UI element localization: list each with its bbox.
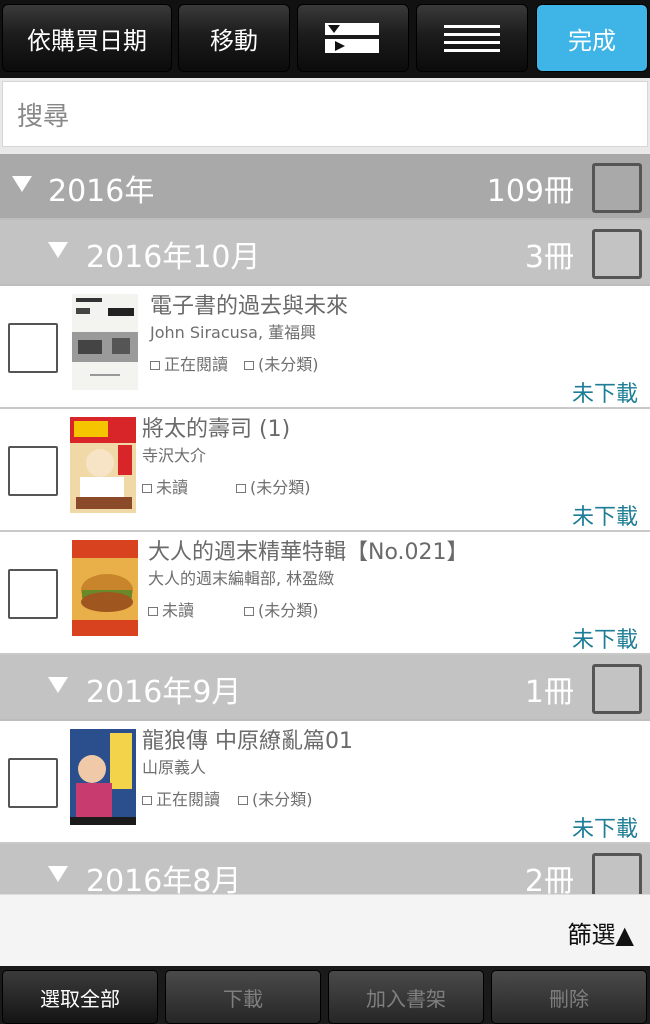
done-button-label: 完成 [568,26,616,55]
book-icon [142,796,152,805]
reading-status-label: 未讀 [156,478,189,497]
book-icon [150,361,160,370]
select-all-label: 選取全部 [40,986,120,1011]
book-cover [70,417,136,513]
menu-lines-icon [444,25,500,52]
book-cover-image [70,729,136,825]
year-count: 109冊 [486,174,574,209]
book-title: 大人的週末精華特輯【No.021】 [148,540,469,565]
list-view-button[interactable] [416,4,528,72]
search-placeholder: 搜尋 [17,102,70,132]
book-cover-image [72,540,138,636]
month-title: 2016年9月 [86,675,242,710]
month-title: 2016年10月 [86,240,261,275]
add-to-shelf-label: 加入書架 [366,986,446,1011]
shelf-icon [236,484,246,493]
book-category: (未分類) [238,786,313,810]
book-list: 2016年 109冊 2016年10月 3冊 電子書的過去與未來 John Si… [0,154,650,894]
download-status[interactable]: 未下載 [572,499,638,531]
month-title: 2016年8月 [86,864,242,894]
book-icon [142,484,152,493]
view-toggle-button[interactable] [297,4,409,72]
book-category: (未分類) [244,351,319,375]
month-count: 2冊 [524,864,574,894]
sort-button-label: 依購買日期 [27,26,147,55]
shelf-icon [244,361,254,370]
reading-status-label: 未讀 [162,601,195,620]
category-label: (未分類) [258,355,319,374]
book-title: 將太的壽司 (1) [142,417,291,442]
book-title: 電子書的過去與未來 [150,294,349,319]
month-count: 1冊 [524,675,574,710]
search-input[interactable]: 搜尋 [2,81,648,147]
year-checkbox[interactable] [592,163,642,213]
book-author: 山原義人 [142,758,207,777]
month-group-header[interactable]: 2016年9月 1冊 [0,655,650,721]
download-status[interactable]: 未下載 [572,811,638,843]
reading-status-label: 正在閱讀 [156,790,221,809]
book-checkbox[interactable] [8,323,58,373]
book-checkbox[interactable] [8,758,58,808]
search-area: 搜尋 [0,78,650,154]
month-checkbox[interactable] [592,853,642,894]
month-count: 3冊 [524,240,574,275]
book-row[interactable]: 大人的週末精華特輯【No.021】 大人的週末編輯部, 林盈緻 未讀 (未分類)… [0,532,650,655]
download-button[interactable]: 下載 [165,970,321,1024]
book-category: (未分類) [244,597,319,621]
download-label: 下載 [223,986,263,1011]
book-reading-status: 正在閱讀 [142,786,220,810]
month-checkbox[interactable] [592,229,642,279]
shelf-icon [238,796,248,805]
year-title: 2016年 [48,174,155,209]
done-button[interactable]: 完成 [536,4,648,72]
book-reading-status: 未讀 [142,474,188,498]
shelf-icon [244,607,254,616]
book-reading-status: 正在閱讀 [150,351,228,375]
book-author: John Siracusa, 董福興 [150,323,317,342]
bottom-action-bar: 選取全部 下載 加入書架 刪除 [0,966,650,1024]
triangle-down-icon [48,677,68,693]
sort-by-purchase-date-button[interactable]: 依購買日期 [2,4,172,72]
book-row[interactable]: 龍狼傳 中原繚亂篇01 山原義人 正在閱讀 (未分類) 未下載 [0,721,650,844]
download-status[interactable]: 未下載 [572,376,638,408]
filter-bar: 篩選▲ [0,894,650,966]
category-label: (未分類) [250,478,311,497]
book-cover-image [70,417,136,513]
book-cover [70,729,136,825]
month-checkbox[interactable] [592,664,642,714]
view-toggle-icon [325,23,379,53]
download-status[interactable]: 未下載 [572,622,638,654]
book-cover [72,294,138,390]
month-group-header[interactable]: 2016年8月 2冊 [0,844,650,894]
filter-toggle[interactable]: 篩選▲ [568,915,634,950]
book-author: 大人的週末編輯部, 林盈緻 [148,569,335,588]
year-group-header[interactable]: 2016年 109冊 [0,154,650,220]
book-category: (未分類) [236,474,311,498]
triangle-down-icon [12,176,32,192]
book-checkbox[interactable] [8,569,58,619]
book-row[interactable]: 電子書的過去與未來 John Siracusa, 董福興 正在閱讀 (未分類) … [0,286,650,409]
book-row[interactable]: 將太的壽司 (1) 寺沢大介 未讀 (未分類) 未下載 [0,409,650,532]
category-label: (未分類) [258,601,319,620]
book-author: 寺沢大介 [142,446,207,465]
book-cover [72,540,138,636]
triangle-down-icon [48,242,68,258]
add-to-shelf-button[interactable]: 加入書架 [328,970,484,1024]
book-checkbox[interactable] [8,446,58,496]
top-toolbar: 依購買日期 移動 完成 [0,0,650,78]
move-button[interactable]: 移動 [178,4,290,72]
triangle-down-icon [48,866,68,882]
move-button-label: 移動 [210,26,258,55]
month-group-header[interactable]: 2016年10月 3冊 [0,220,650,286]
book-title: 龍狼傳 中原繚亂篇01 [142,729,353,754]
book-icon [148,607,158,616]
delete-button[interactable]: 刪除 [491,970,647,1024]
book-cover-image [72,294,138,390]
select-all-button[interactable]: 選取全部 [2,970,158,1024]
reading-status-label: 正在閱讀 [164,355,229,374]
category-label: (未分類) [252,790,313,809]
delete-label: 刪除 [549,986,589,1011]
book-reading-status: 未讀 [148,597,194,621]
